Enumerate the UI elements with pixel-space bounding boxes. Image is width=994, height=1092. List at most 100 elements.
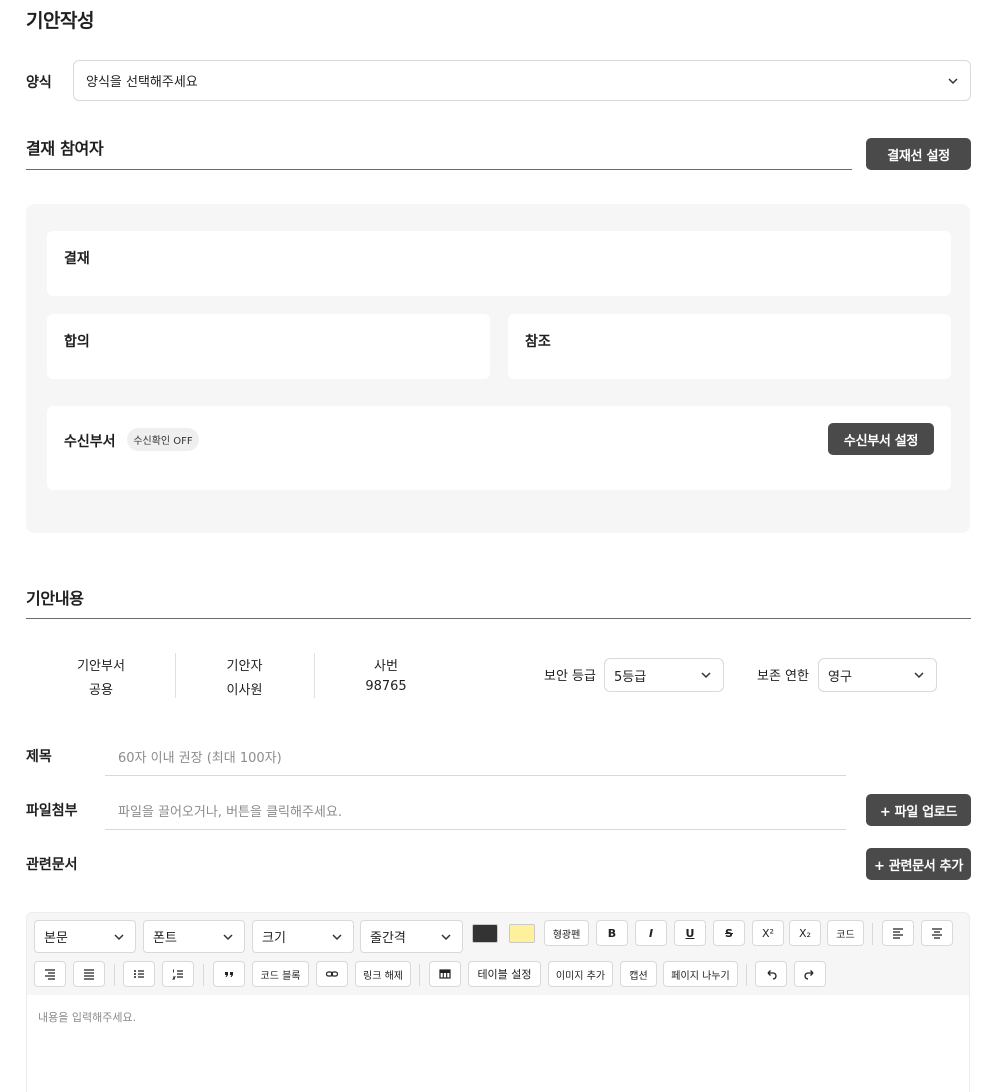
line-height-value: 줄간격 [370, 931, 406, 946]
blockquote-button[interactable] [213, 961, 245, 987]
chevron-down-icon [701, 672, 711, 679]
toolbar-separator [419, 964, 420, 986]
editor-placeholder: 내용을 입력해주세요. [38, 1011, 137, 1024]
chevron-down-icon [114, 934, 124, 941]
recipient-settings-button[interactable]: 수신부서 설정 [828, 423, 934, 455]
align-center-button[interactable] [921, 920, 953, 946]
highlight-color-swatch[interactable] [509, 924, 535, 943]
info-department-label: 기안부서 [77, 659, 125, 674]
recipient-card: 수신부서 수신확인 OFF 수신부서 설정 [47, 406, 951, 490]
page-title: 기안작성 [26, 10, 94, 32]
form-select-label: 양식 [26, 75, 52, 91]
retention-value: 영구 [828, 669, 852, 685]
agreement-card-title: 합의 [64, 334, 90, 350]
add-related-doc-button[interactable]: + 관련문서 추가 [866, 848, 971, 880]
reference-card[interactable]: 참조 [508, 314, 951, 379]
page-break-button[interactable]: 페이지 나누기 [663, 961, 738, 987]
security-level-label: 보안 등급 [544, 669, 596, 684]
approval-line-settings-button[interactable]: 결재선 설정 [866, 138, 971, 170]
font-size-select[interactable]: 크기 [252, 920, 354, 953]
link-icon [325, 971, 339, 977]
highlighter-button[interactable]: 형광펜 [544, 920, 589, 946]
align-left-button[interactable] [882, 920, 914, 946]
justify-button[interactable] [73, 961, 105, 987]
info-employee-id-value: 98765 [365, 679, 407, 694]
text-color-swatch[interactable] [472, 924, 498, 943]
toolbar-separator [746, 964, 747, 986]
form-select[interactable]: 양식을 선택해주세요 [73, 60, 971, 101]
underline-button[interactable]: U [674, 920, 706, 946]
strikethrough-button[interactable]: S [713, 920, 745, 946]
reference-card-title: 참조 [525, 334, 551, 350]
align-justify-icon [84, 969, 94, 980]
font-family-value: 폰트 [153, 931, 177, 946]
superscript-button[interactable]: X² [752, 920, 784, 946]
link-button[interactable] [316, 961, 348, 987]
content-divider [26, 618, 971, 619]
align-right-icon [45, 969, 55, 980]
subject-input[interactable]: 60자 이내 권장 (최대 100자) [118, 747, 838, 766]
chevron-down-icon [441, 934, 451, 941]
font-family-select[interactable]: 폰트 [143, 920, 245, 953]
retention-label: 보존 연한 [757, 669, 809, 684]
info-drafter-label: 기안자 [226, 659, 263, 674]
bold-button[interactable]: B [596, 920, 628, 946]
font-size-value: 크기 [262, 931, 286, 946]
approval-card-title: 결재 [64, 251, 90, 267]
file-upload-button[interactable]: + 파일 업로드 [866, 794, 971, 826]
redo-button[interactable] [794, 961, 826, 987]
chevron-down-icon [223, 934, 233, 941]
info-employee-id-label: 사번 [374, 659, 398, 674]
undo-button[interactable] [755, 961, 787, 987]
recipient-card-title: 수신부서 [64, 434, 116, 450]
ordered-list-icon [171, 969, 183, 980]
attachment-underline [105, 829, 846, 830]
table-settings-button[interactable]: 테이블 설정 [468, 961, 541, 987]
redo-icon [804, 970, 814, 980]
chevron-down-icon [948, 77, 958, 84]
info-department-value: 공용 [89, 683, 113, 698]
approval-card[interactable]: 결재 [47, 231, 951, 296]
undo-icon [767, 970, 777, 980]
code-block-button[interactable]: 코드 블록 [252, 961, 309, 987]
align-left-icon [893, 928, 903, 939]
retention-select[interactable]: 영구 [818, 658, 937, 692]
approval-divider [26, 169, 852, 170]
editor-content-area[interactable]: 내용을 입력해주세요. [26, 995, 970, 1092]
content-heading: 기안내용 [26, 589, 84, 608]
line-height-select[interactable]: 줄간격 [360, 920, 463, 953]
chevron-down-icon [332, 934, 342, 941]
attachment-dropzone[interactable]: 파일을 끌어오거나, 버튼을 클릭해주세요. [118, 801, 838, 820]
paragraph-style-value: 본문 [44, 931, 68, 946]
receipt-status-badge: 수신확인 OFF [127, 428, 199, 451]
insert-table-button[interactable] [429, 961, 461, 987]
add-image-button[interactable]: 이미지 추가 [548, 961, 613, 987]
subject-underline [105, 775, 846, 776]
quote-icon [225, 972, 233, 977]
info-drafter-value: 이사원 [226, 683, 263, 698]
subject-label: 제목 [26, 749, 52, 765]
ordered-list-button[interactable] [162, 961, 194, 987]
security-level-select[interactable]: 5등급 [604, 658, 724, 692]
agreement-card[interactable]: 합의 [47, 314, 490, 379]
chevron-down-icon [914, 672, 924, 679]
toolbar-separator [203, 964, 204, 986]
unlink-button[interactable]: 링크 해제 [355, 961, 411, 987]
bullet-list-icon [134, 970, 144, 978]
italic-button[interactable]: I [635, 920, 667, 946]
toolbar-separator [114, 964, 115, 986]
paragraph-style-select[interactable]: 본문 [34, 920, 136, 953]
caption-button[interactable]: 캡션 [620, 961, 657, 987]
align-center-icon [932, 928, 942, 939]
bullet-list-button[interactable] [123, 961, 155, 987]
inline-code-button[interactable]: 코드 [827, 920, 864, 946]
subscript-button[interactable]: X₂ [789, 920, 821, 946]
align-right-button[interactable] [34, 961, 66, 987]
toolbar-separator [872, 923, 873, 945]
security-level-value: 5등급 [614, 669, 647, 685]
attachment-label: 파일첨부 [26, 803, 78, 819]
approval-heading: 결재 참여자 [26, 139, 104, 158]
editor-toolbar: 본문 폰트 크기 줄간격 형광펜 B I U S X² X₂ 코드 코드 블록 … [26, 912, 970, 995]
approval-panel: 결재 합의 참조 수신부서 수신확인 OFF 수신부서 설정 [26, 204, 970, 533]
table-icon [439, 969, 451, 979]
